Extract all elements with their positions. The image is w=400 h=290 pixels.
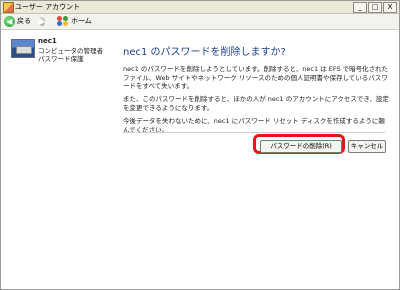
back-label: 戻る xyxy=(17,17,31,25)
back-arrow-icon: ◀ xyxy=(4,16,15,27)
access-paragraph: また、このパスワードを削除すると、ほかの人が nec1 のアカウントにアクセスで… xyxy=(123,95,389,112)
user-password-status: パスワード保護 xyxy=(38,55,84,63)
home-users-icon xyxy=(57,16,69,27)
back-button[interactable]: ◀ 戻る xyxy=(4,16,31,27)
remove-password-button[interactable]: パスワードの削除(R) xyxy=(260,140,342,153)
window-title: ユーザー アカウント xyxy=(15,3,81,11)
forward-arrow-icon: ▶ xyxy=(39,17,46,26)
page-title: nec1 のパスワードを削除しますか? xyxy=(123,47,286,58)
window-controls: _ □ X xyxy=(353,2,397,13)
navigation-bar: ◀ 戻る ▶ ホーム xyxy=(1,14,399,30)
close-button[interactable]: X xyxy=(383,2,397,13)
user-accounts-window: ユーザー アカウント _ □ X ◀ 戻る ▶ ホーム nec1 コンピュータの… xyxy=(0,0,400,290)
maximize-button[interactable]: □ xyxy=(368,2,382,13)
divider xyxy=(123,132,385,133)
home-button[interactable]: ホーム xyxy=(57,16,92,27)
forward-button[interactable]: ▶ xyxy=(39,16,46,27)
user-accounts-app-icon xyxy=(3,2,14,13)
cancel-button[interactable]: キャンセル xyxy=(348,140,386,153)
warning-paragraph: nec1 のパスワードを削除しようとしています。削除すると、nec1 は EFS… xyxy=(123,65,389,90)
minimize-button[interactable]: _ xyxy=(353,2,367,13)
home-label: ホーム xyxy=(71,17,92,25)
user-name: nec1 xyxy=(38,37,57,45)
title-bar: ユーザー アカウント _ □ X xyxy=(1,1,399,14)
user-picture-icon xyxy=(11,39,35,58)
user-summary: nec1 コンピュータの管理者 パスワード保護 xyxy=(9,37,109,77)
